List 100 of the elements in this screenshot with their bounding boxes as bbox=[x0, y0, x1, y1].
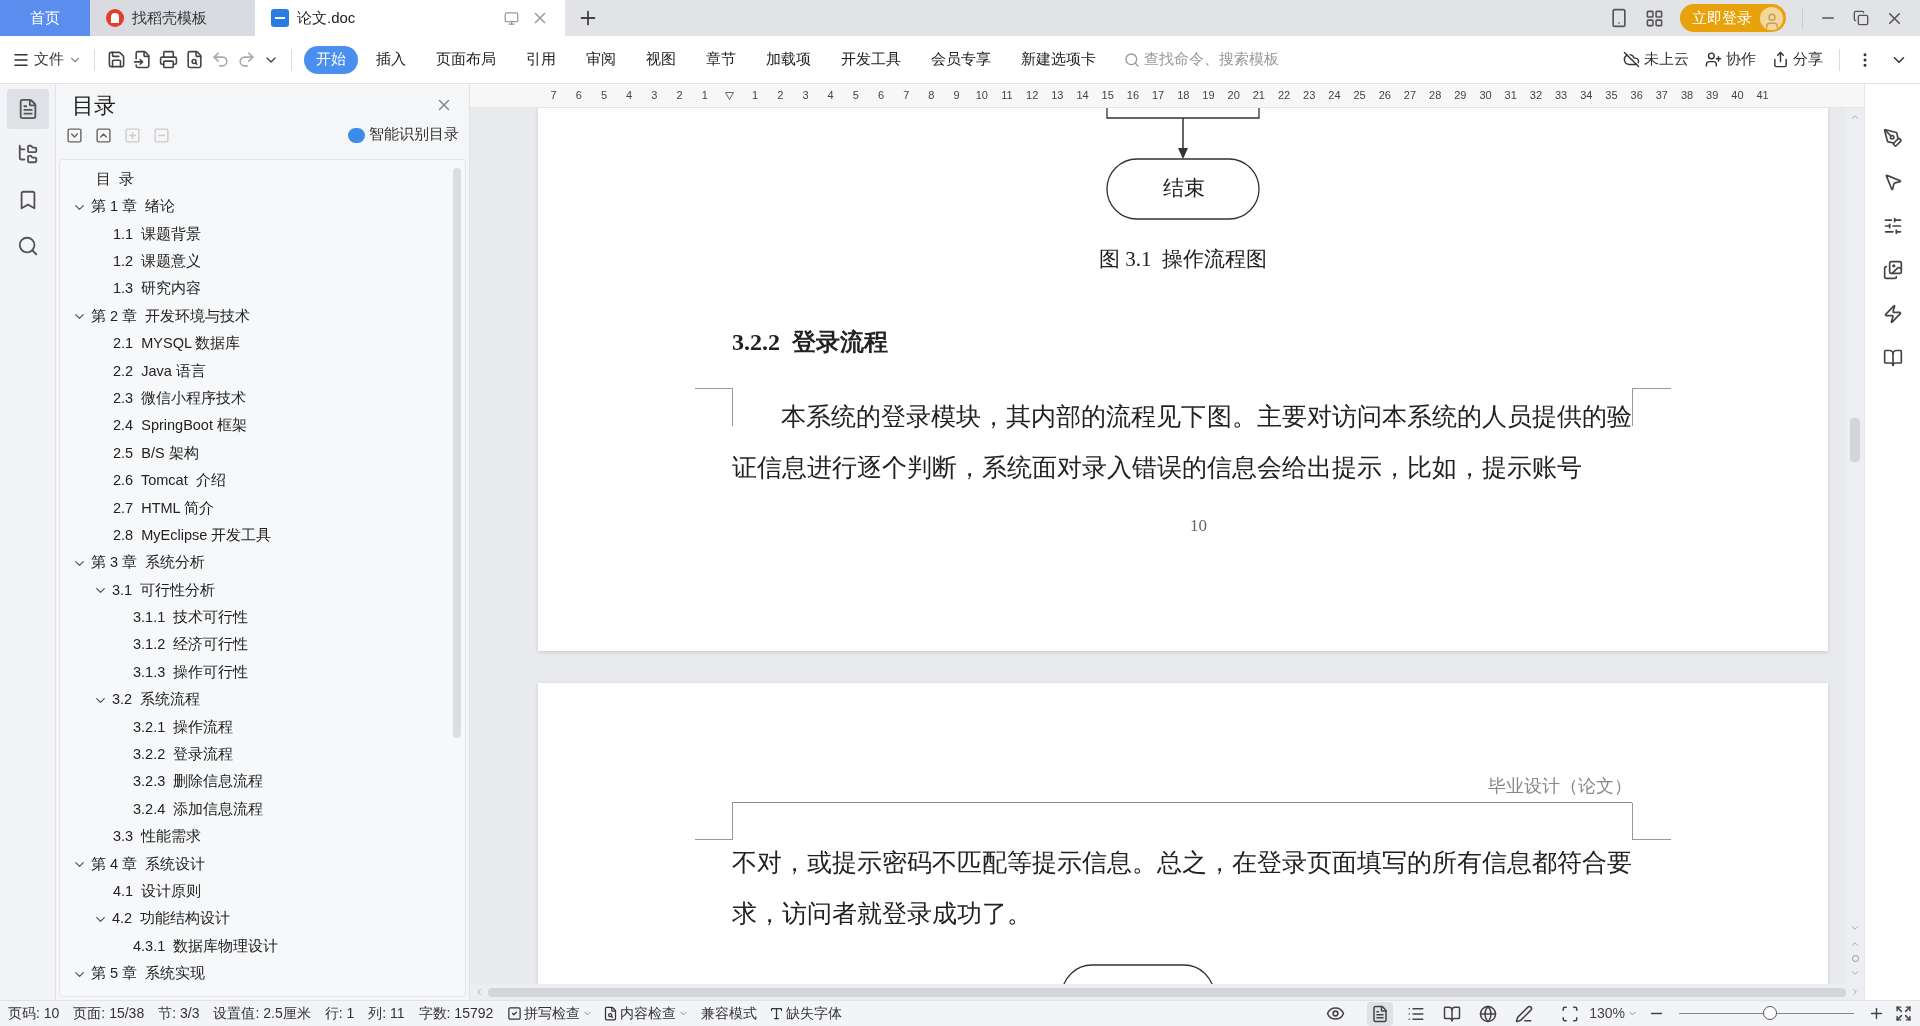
ribbon-tab[interactable]: 引用 bbox=[514, 45, 568, 74]
toc-item[interactable]: 4.1 设计原则 bbox=[60, 878, 453, 906]
toc-item[interactable]: 2.6 Tomcat 介绍 bbox=[60, 467, 453, 495]
zoom-in-icon[interactable] bbox=[1868, 1005, 1885, 1022]
toc-item[interactable]: 2.4 SpringBoot 框架 bbox=[60, 412, 453, 440]
compatibility-mode-button[interactable]: 兼容模式 bbox=[701, 1003, 758, 1024]
spell-check-button[interactable]: 拼写检查 bbox=[507, 1003, 594, 1024]
toc-item[interactable]: 3.2 系统流程 bbox=[60, 686, 453, 714]
page-number: 10 bbox=[1190, 515, 1207, 537]
toc-item[interactable]: 3.2.2 登录流程 bbox=[60, 741, 453, 769]
status-item: 节: 3/3 bbox=[158, 1004, 200, 1023]
toc-item[interactable]: 1.1 课题背景 bbox=[60, 220, 453, 249]
toc-item[interactable]: 3.2.4 添加信息流程 bbox=[60, 796, 453, 824]
zoom-level-button[interactable]: 130% bbox=[1589, 1003, 1638, 1024]
toc-item[interactable]: 3.1.1 技术可行性 bbox=[60, 604, 453, 632]
ribbon-tab[interactable]: 审阅 bbox=[574, 45, 628, 74]
print-icon[interactable] bbox=[159, 50, 178, 69]
collapse-all-icon[interactable] bbox=[95, 126, 112, 144]
toc-item[interactable]: 1.2 课题意义 bbox=[60, 248, 453, 276]
grid-icon[interactable] bbox=[1645, 8, 1664, 28]
command-search-field[interactable]: 查找命令、搜索模板 bbox=[1124, 48, 1344, 71]
ribbon-tab[interactable]: 加载项 bbox=[754, 45, 823, 74]
collaborate-button[interactable]: 协作 bbox=[1705, 48, 1756, 71]
toc-item[interactable]: 4.2 功能结构设计 bbox=[60, 905, 453, 933]
toc-item[interactable]: 1.3 研究内容 bbox=[60, 275, 453, 303]
toc-item[interactable]: 第 4 章 系统设计 bbox=[60, 850, 453, 879]
fit-page-icon[interactable] bbox=[1561, 1004, 1580, 1023]
toc-item[interactable]: 2.7 HTML 简介 bbox=[60, 494, 453, 523]
ruler-number: 24 bbox=[1327, 88, 1342, 104]
toc-item[interactable]: 3.1.2 经济可行性 bbox=[60, 631, 453, 660]
toc-item[interactable]: 第 1 章 绪论 bbox=[60, 193, 453, 221]
restore-icon[interactable] bbox=[1853, 10, 1869, 26]
avatar-icon bbox=[1760, 6, 1783, 30]
ruler-number: 23 bbox=[1302, 88, 1317, 104]
navigation-icon[interactable] bbox=[16, 143, 39, 165]
window-icon[interactable] bbox=[504, 10, 519, 26]
toc-item[interactable]: 2.2 Java 语言 bbox=[60, 357, 453, 386]
missing-fonts-button[interactable]: 缺失字体 bbox=[769, 1003, 843, 1024]
scrollbar-thumb[interactable] bbox=[453, 168, 461, 738]
ruler-number: 8 bbox=[927, 88, 936, 104]
ribbon-tab[interactable]: 开发工具 bbox=[829, 45, 913, 74]
toc-item[interactable]: 第 5 章 系统实现 bbox=[60, 960, 453, 988]
toc-item[interactable]: 目 录 bbox=[60, 166, 453, 194]
eye-protection-icon[interactable] bbox=[1326, 1004, 1346, 1023]
view-mode-button[interactable] bbox=[1367, 1001, 1394, 1026]
ribbon-tab[interactable]: 章节 bbox=[694, 45, 748, 74]
file-menu[interactable]: 文件 bbox=[12, 48, 82, 71]
fullscreen-icon[interactable] bbox=[1895, 1005, 1912, 1022]
ruler-number: 1 bbox=[751, 88, 760, 104]
section-heading: 3.2.2 登录流程 bbox=[732, 328, 888, 355]
title-tab[interactable]: 论文.doc bbox=[255, 0, 565, 36]
toc-item[interactable]: 3.2.3 删除信息流程 bbox=[60, 768, 453, 796]
indent-marker-icon[interactable] bbox=[725, 91, 735, 100]
title-tab[interactable]: 找稻壳模板 bbox=[90, 0, 255, 36]
toc-item[interactable]: 2.3 微信小程序技术 bbox=[60, 385, 453, 413]
device-icon[interactable] bbox=[1609, 8, 1629, 28]
book-icon[interactable] bbox=[1882, 348, 1903, 368]
ribbon-tab[interactable]: 视图 bbox=[634, 45, 688, 74]
ribbon-tab[interactable]: 会员专享 bbox=[919, 45, 1003, 74]
ruler-number: 36 bbox=[1629, 88, 1644, 104]
share-button[interactable]: 分享 bbox=[1772, 48, 1823, 71]
ribbon-tab[interactable]: 插入 bbox=[364, 45, 418, 74]
toc-item[interactable]: 3.2.1 操作流程 bbox=[60, 713, 453, 742]
toc-item[interactable]: 2.5 B/S 架构 bbox=[60, 439, 453, 468]
cursor-icon[interactable] bbox=[1882, 172, 1903, 192]
export-icon[interactable] bbox=[133, 50, 152, 69]
horizontal-scrollbar-thumb[interactable] bbox=[488, 987, 1846, 997]
toc-item[interactable]: 3.1.3 操作可行性 bbox=[60, 659, 453, 687]
ruler-number: 18 bbox=[1176, 88, 1191, 104]
toc-item[interactable]: 第 2 章 开发环境与技术 bbox=[60, 302, 453, 331]
ribbon-tab[interactable]: 页面布局 bbox=[424, 45, 508, 74]
expand-all-icon[interactable] bbox=[66, 126, 83, 144]
ribbon-tab[interactable]: 新建选项卡 bbox=[1009, 45, 1108, 74]
toc-item[interactable]: 3.1 可行性分析 bbox=[60, 576, 453, 605]
search-icon bbox=[1124, 51, 1140, 68]
toc-item[interactable]: 第 3 章 系统分析 bbox=[60, 549, 453, 577]
ruler-number: 4 bbox=[625, 88, 634, 104]
content-check-button[interactable]: 内容检查 bbox=[603, 1003, 690, 1024]
toc-item[interactable]: 3.3 性能需求 bbox=[60, 823, 453, 851]
lightning-icon[interactable] bbox=[1882, 304, 1903, 324]
pen-icon[interactable] bbox=[1882, 128, 1903, 148]
save-icon[interactable] bbox=[107, 50, 126, 69]
toc-panel-icon[interactable] bbox=[6, 89, 49, 129]
page-icon bbox=[1371, 1004, 1390, 1023]
toc-item[interactable]: 2.1 MYSQL 数据库 bbox=[60, 330, 453, 358]
body-paragraph: 不对，或提示密码不匹配等提示信息。总之，在登录页面填写的所有信息都符合要求，访问者就登录成功了。 bbox=[732, 848, 1632, 929]
book-icon bbox=[1443, 1004, 1462, 1023]
sliders-icon[interactable] bbox=[1882, 216, 1903, 236]
images-icon[interactable] bbox=[1882, 260, 1903, 280]
preview-icon[interactable] bbox=[185, 50, 204, 69]
toc-item[interactable]: 2.8 MyEclipse 开发工具 bbox=[60, 522, 453, 550]
scrollbar-thumb[interactable] bbox=[1850, 418, 1860, 462]
zoom-slider-thumb[interactable] bbox=[1763, 1006, 1777, 1020]
ruler-number: 26 bbox=[1377, 88, 1392, 104]
ruler-number: 2 bbox=[675, 88, 684, 104]
smart-toc-button[interactable]: 智能识别目录 bbox=[348, 124, 459, 146]
toc-item[interactable]: 4.3.1 数据库物理设计 bbox=[60, 932, 453, 961]
ruler-number: 38 bbox=[1679, 88, 1695, 104]
cloud-status-button[interactable]: 未上云 bbox=[1623, 48, 1689, 71]
search-icon[interactable] bbox=[16, 235, 39, 257]
